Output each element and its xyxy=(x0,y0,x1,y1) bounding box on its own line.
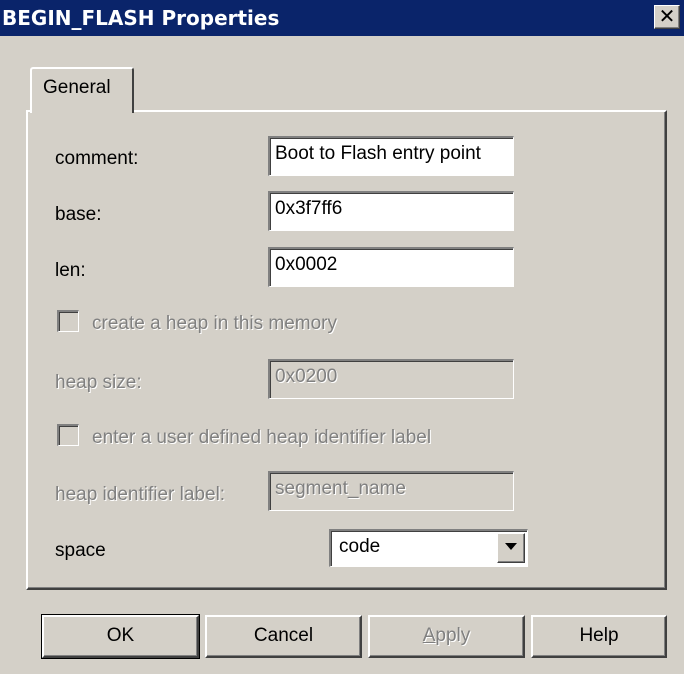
heap-identifier-field[interactable]: segment_name xyxy=(268,471,514,511)
space-select-value: code xyxy=(339,536,381,557)
create-heap-label: create a heap in this memory xyxy=(92,313,338,334)
window-title: BEGIN_FLASH Properties xyxy=(2,6,280,30)
close-icon: ✕ xyxy=(658,4,676,28)
space-select[interactable]: code xyxy=(329,529,528,567)
apply-label-rest: pply xyxy=(435,625,471,646)
create-heap-checkbox[interactable] xyxy=(57,310,79,332)
comment-field[interactable]: Boot to Flash entry point xyxy=(268,136,514,176)
base-field[interactable]: 0x3f7ff6 xyxy=(268,191,514,231)
space-dropdown-button[interactable] xyxy=(497,533,525,563)
base-label: base: xyxy=(55,204,102,225)
ok-button[interactable]: OK xyxy=(41,614,200,659)
title-bar: BEGIN_FLASH Properties ✕ xyxy=(0,0,684,36)
cancel-button[interactable]: Cancel xyxy=(205,615,362,658)
heap-identifier-label: heap identifier label: xyxy=(55,484,226,505)
tab-general[interactable]: General xyxy=(30,67,134,113)
apply-button[interactable]: Apply xyxy=(368,615,525,658)
apply-mnemonic: A xyxy=(422,625,436,646)
heap-size-label: heap size: xyxy=(55,372,142,393)
len-label: len: xyxy=(55,260,86,281)
user-heap-label-text: enter a user defined heap identifier lab… xyxy=(92,427,432,448)
help-button[interactable]: Help xyxy=(531,615,667,658)
user-heap-label-checkbox[interactable] xyxy=(57,424,79,446)
comment-label: comment: xyxy=(55,148,139,169)
close-button[interactable]: ✕ xyxy=(654,5,680,29)
len-field[interactable]: 0x0002 xyxy=(268,247,514,287)
tab-panel-general xyxy=(26,110,667,590)
chevron-down-icon xyxy=(505,543,517,550)
tab-general-label: General xyxy=(43,77,111,98)
space-label: space xyxy=(55,540,106,561)
heap-size-field[interactable]: 0x0200 xyxy=(268,359,514,399)
